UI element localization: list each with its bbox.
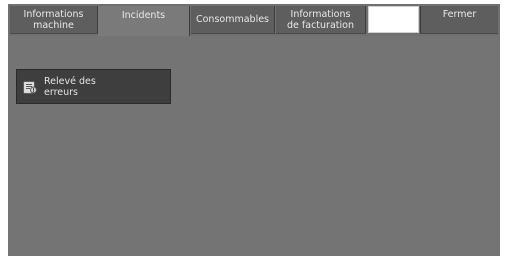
tab-consumables[interactable]: Consommables: [191, 6, 275, 34]
content-area: Relevé des erreurs: [8, 36, 500, 256]
tab-label: Consommables: [195, 14, 270, 25]
error-report-label: Relevé des: [44, 75, 96, 87]
error-report-icon: [23, 81, 37, 93]
tab-label: de facturation: [287, 19, 354, 31]
error-report-button[interactable]: Relevé des erreurs: [16, 69, 171, 104]
tab-label: Informations: [23, 8, 84, 20]
machine-status-screen: Informations machine Incidents Consommab…: [8, 4, 500, 256]
close-button[interactable]: Fermer: [420, 6, 498, 34]
tab-label: Incidents: [121, 10, 166, 21]
tab-bar: Informations machine Incidents Consommab…: [8, 4, 500, 36]
tab-billing-information[interactable]: Informations de facturation: [276, 6, 366, 34]
close-label: Fermer: [442, 9, 477, 20]
blank-panel: [368, 6, 419, 33]
tab-label: Informations: [290, 8, 351, 20]
error-report-label: erreurs: [44, 86, 79, 98]
tab-label: machine: [33, 19, 74, 31]
tab-machine-information[interactable]: Informations machine: [10, 6, 98, 34]
tab-incidents[interactable]: Incidents: [98, 6, 190, 36]
